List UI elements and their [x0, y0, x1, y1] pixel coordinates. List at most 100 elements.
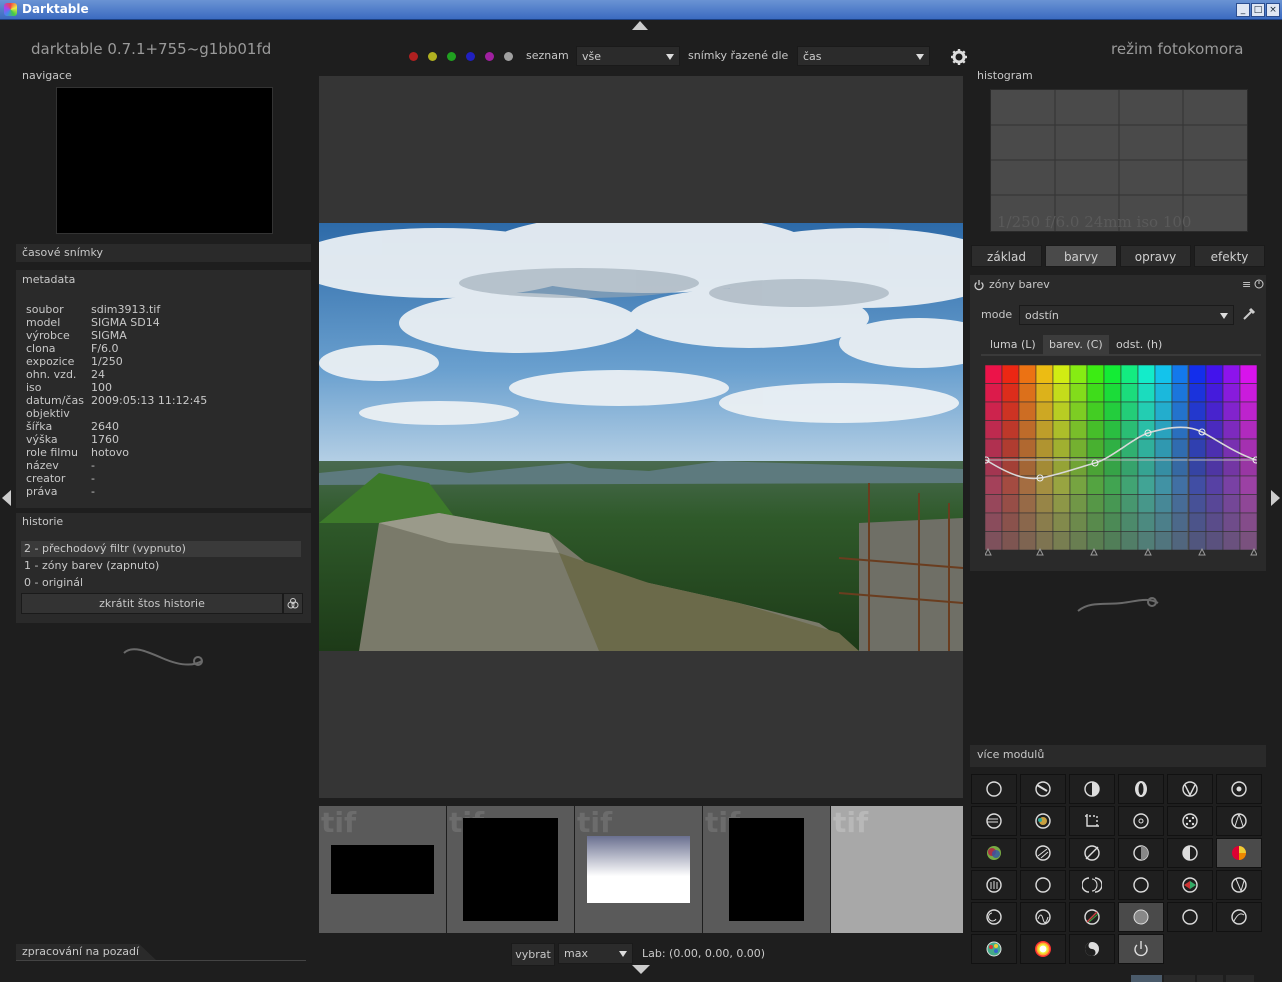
- metadata-key: objektiv: [26, 407, 70, 420]
- module-toggle-button[interactable]: [1020, 838, 1066, 868]
- module-toggle-button[interactable]: [1167, 870, 1213, 900]
- history-item[interactable]: 0 - originál: [21, 575, 301, 591]
- presets-menu-icon[interactable]: ≡: [1242, 278, 1251, 291]
- image-preview[interactable]: [319, 223, 963, 651]
- zone-cell: [1086, 365, 1105, 384]
- zone-cell: [1052, 438, 1071, 458]
- filmstrip-thumbnail[interactable]: tif: [575, 806, 702, 933]
- filmstrip-thumbnail[interactable]: tif: [447, 806, 574, 933]
- module-toggle-button[interactable]: [1216, 806, 1262, 836]
- tab-basic[interactable]: základ: [971, 245, 1042, 267]
- module-toggle-button[interactable]: [1069, 774, 1115, 804]
- hand-icon: [986, 877, 1002, 893]
- module-toggle-button[interactable]: [1167, 774, 1213, 804]
- module-toggle-button[interactable]: [1069, 870, 1115, 900]
- module-toggle-button[interactable]: [1069, 838, 1115, 868]
- color-label-1-icon[interactable]: [409, 52, 418, 61]
- gear-icon[interactable]: [950, 48, 968, 66]
- module-toggle-button[interactable]: [1020, 870, 1066, 900]
- minimize-button[interactable]: _: [1236, 3, 1250, 17]
- more-modules-section[interactable]: více modulů: [970, 745, 1266, 767]
- metadata-key: datum/čas: [26, 394, 84, 407]
- background-jobs-tab[interactable]: zpracování na pozadí: [16, 944, 156, 960]
- module-toggle-button[interactable]: [971, 838, 1017, 868]
- filmstrip-thumbnail[interactable]: tif: [831, 806, 963, 933]
- history-item[interactable]: 2 - přechodový filtr (vypnuto): [21, 541, 301, 557]
- collection-filter-select[interactable]: vše: [576, 46, 680, 66]
- tab-luma[interactable]: luma (L): [984, 335, 1042, 355]
- module-toggle-button[interactable]: [1216, 774, 1262, 804]
- taskbar-item[interactable]: [1164, 975, 1195, 982]
- taskbar-item[interactable]: [1197, 975, 1223, 982]
- reset-icon[interactable]: [1254, 279, 1264, 289]
- module-toggle-button[interactable]: [1167, 838, 1213, 868]
- filmstrip-thumbnail[interactable]: tif: [319, 806, 446, 933]
- module-toggle-button[interactable]: [1020, 774, 1066, 804]
- tab-chroma[interactable]: barev. (C): [1043, 335, 1109, 355]
- sort-select[interactable]: čas: [797, 46, 930, 66]
- histogram[interactable]: 1/250 f/6.0 24mm iso 100: [990, 89, 1248, 232]
- color-label-5-icon[interactable]: [485, 52, 494, 61]
- tab-correct[interactable]: opravy: [1120, 245, 1191, 267]
- spiral-icon: [1082, 877, 1102, 893]
- module-toggle-button[interactable]: [971, 934, 1017, 964]
- tab-color[interactable]: barvy: [1045, 245, 1117, 267]
- color-label-6-icon[interactable]: [504, 52, 513, 61]
- module-toggle-button[interactable]: [1020, 934, 1066, 964]
- timeline-section[interactable]: časové snímky: [16, 244, 311, 262]
- module-toggle-button[interactable]: [1118, 774, 1164, 804]
- bottom-panel-toggle-icon[interactable]: [632, 965, 650, 974]
- tab-hue[interactable]: odst. (h): [1110, 335, 1168, 355]
- module-toggle-button[interactable]: [1118, 806, 1164, 836]
- zone-cell: [1035, 438, 1054, 458]
- module-toggle-button[interactable]: [971, 870, 1017, 900]
- module-toggle-button[interactable]: [971, 806, 1017, 836]
- color-label-2-icon[interactable]: [428, 52, 437, 61]
- compress-history-button[interactable]: zkrátit štos historie: [21, 593, 283, 614]
- tab-effects[interactable]: efekty: [1194, 245, 1265, 267]
- navigation-preview[interactable]: [56, 87, 273, 234]
- module-toggle-button[interactable]: [1118, 870, 1164, 900]
- module-toggle-button[interactable]: [1118, 902, 1164, 932]
- select-mode-select[interactable]: max: [558, 943, 633, 964]
- zone-cell: [985, 512, 1003, 532]
- color-picker-icon[interactable]: [1242, 307, 1256, 321]
- module-toggle-button[interactable]: [1020, 806, 1066, 836]
- module-toggle-button[interactable]: [1216, 838, 1262, 868]
- power-icon[interactable]: [973, 279, 985, 291]
- maximize-button[interactable]: □: [1251, 3, 1265, 17]
- module-toggle-button[interactable]: [1118, 934, 1164, 964]
- module-toggle-button[interactable]: [1020, 902, 1066, 932]
- module-toggle-button[interactable]: [971, 774, 1017, 804]
- taskbar-item[interactable]: [1131, 975, 1162, 982]
- right-panel-toggle-icon[interactable]: [1271, 490, 1280, 506]
- module-toggle-button[interactable]: [1167, 806, 1213, 836]
- module-toggle-button[interactable]: [1216, 870, 1262, 900]
- history-item[interactable]: 1 - zóny barev (zapnuto): [21, 558, 301, 574]
- module-toggle-button[interactable]: [1069, 934, 1115, 964]
- thumbnail-type-label: tif: [321, 806, 357, 839]
- module-toggle-button[interactable]: [1167, 902, 1213, 932]
- module-toggle-button[interactable]: [1069, 806, 1115, 836]
- zone-cell: [1001, 383, 1020, 403]
- module-toggle-button[interactable]: [971, 902, 1017, 932]
- color-label-3-icon[interactable]: [447, 52, 456, 61]
- zone-cell: [1222, 512, 1241, 532]
- left-panel-toggle-icon[interactable]: [2, 490, 11, 506]
- zone-cell: [1137, 365, 1156, 384]
- module-toggle-button[interactable]: [1216, 902, 1262, 932]
- style-create-button[interactable]: [283, 593, 303, 614]
- color-label-4-icon[interactable]: [466, 52, 475, 61]
- top-panel-toggle-icon[interactable]: [632, 21, 648, 30]
- close-button[interactable]: ×: [1266, 3, 1280, 17]
- zone-cell: [1120, 494, 1139, 514]
- taskbar-item[interactable]: [1226, 975, 1254, 982]
- module-toggle-button[interactable]: [1118, 838, 1164, 868]
- view-mode-title: režim fotokomora: [1111, 40, 1244, 58]
- colorzones-curve-editor[interactable]: [985, 365, 1257, 550]
- chevron-down-icon: [619, 951, 627, 957]
- filmstrip-thumbnail[interactable]: tif: [703, 806, 830, 933]
- mode-select[interactable]: odstín: [1019, 305, 1234, 325]
- module-toggle-button[interactable]: [1069, 902, 1115, 932]
- metadata-key: soubor: [26, 303, 64, 316]
